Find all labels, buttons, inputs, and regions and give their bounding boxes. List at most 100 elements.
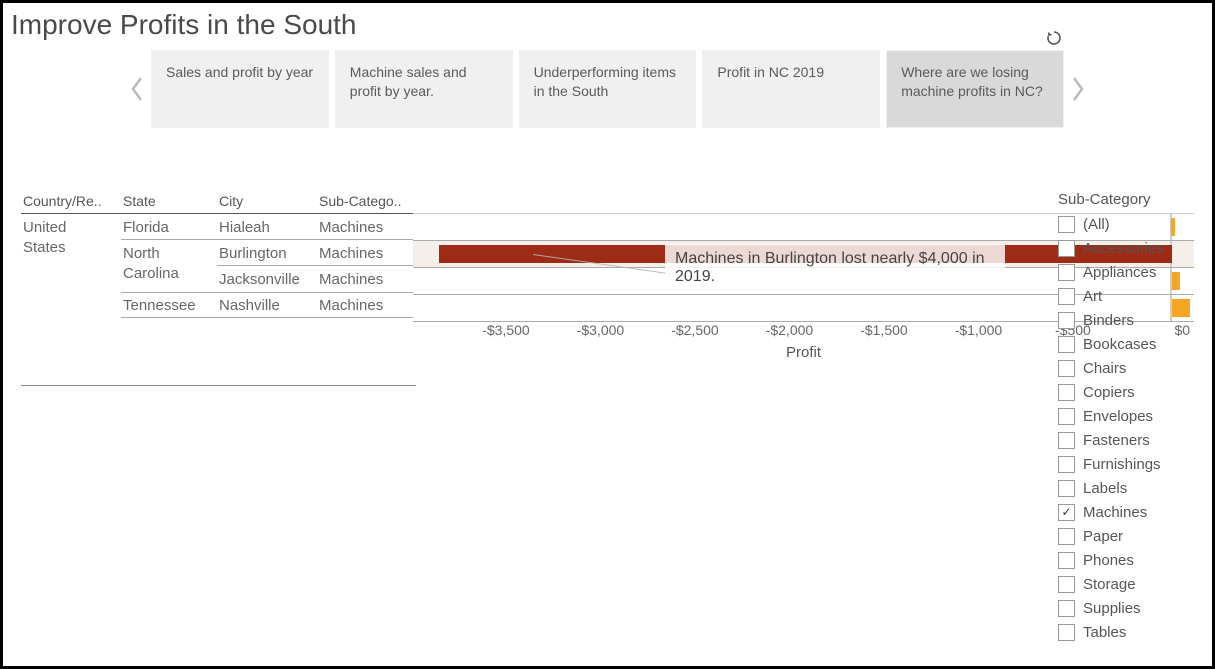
filter-item-label: (All) (1083, 216, 1110, 233)
story-tab-3[interactable]: Profit in NC 2019 (702, 50, 880, 128)
checkbox-icon[interactable] (1058, 504, 1075, 521)
checkbox-icon[interactable] (1058, 384, 1075, 401)
city-cell: Hialeah (217, 214, 317, 240)
col-state[interactable]: State (121, 191, 217, 214)
filter-item-appliances[interactable]: Appliances (1058, 260, 1198, 284)
filter-item-label: Copiers (1083, 384, 1135, 401)
col-city[interactable]: City (217, 191, 317, 214)
filter-item-label: Accessories (1083, 240, 1164, 257)
filter-item-phones[interactable]: Phones (1058, 548, 1198, 572)
filter-item-label: Phones (1083, 552, 1134, 569)
story-prev-button[interactable] (123, 49, 151, 129)
filter-item-tables[interactable]: Tables (1058, 620, 1198, 644)
story-tab-label: Where are we losing machine profits in N… (901, 63, 1049, 101)
filter-item-furnishings[interactable]: Furnishings (1058, 452, 1198, 476)
checkbox-icon[interactable] (1058, 480, 1075, 497)
story-tab-label: Profit in NC 2019 (717, 63, 824, 82)
filter-panel: Sub-Category (All) Accessories Appliances A… (1058, 191, 1198, 644)
city-cell: Nashville (217, 292, 317, 318)
country-value: UnitedStates (21, 214, 121, 318)
story-tab-label: Machine sales and profit by year. (350, 63, 498, 101)
filter-item-label: Envelopes (1083, 408, 1153, 425)
filter-item-labels[interactable]: Labels (1058, 476, 1198, 500)
subcat-cell: Machines (317, 292, 413, 318)
filter-item-bookcases[interactable]: Bookcases (1058, 332, 1198, 356)
checkbox-icon[interactable] (1058, 336, 1075, 353)
filter-item-machines[interactable]: Machines (1058, 500, 1198, 524)
replay-icon[interactable] (1045, 29, 1063, 47)
story-tab-4[interactable]: Where are we losing machine profits in N… (886, 50, 1064, 128)
state-column: Florida NorthCarolina Tennessee (121, 214, 217, 362)
filter-item-label: Fasteners (1083, 432, 1150, 449)
checkbox-icon[interactable] (1058, 624, 1075, 641)
filter-item-art[interactable]: Art (1058, 284, 1198, 308)
subcat-cell: Machines (317, 240, 413, 266)
story-nav: Sales and profit by year Machine sales a… (123, 49, 1092, 129)
filter-item-label: Paper (1083, 528, 1123, 545)
checkbox-icon[interactable] (1058, 456, 1075, 473)
subcat-cell: Machines (317, 214, 413, 240)
filter-item-label: Machines (1083, 504, 1147, 521)
checkbox-icon[interactable] (1058, 312, 1075, 329)
axis-tick: -$1,000 (955, 322, 1002, 338)
axis-tick: -$2,000 (766, 322, 813, 338)
story-tab-1[interactable]: Machine sales and profit by year. (335, 50, 513, 128)
filter-item-supplies[interactable]: Supplies (1058, 596, 1198, 620)
story-next-button[interactable] (1064, 49, 1092, 129)
checkbox-icon[interactable] (1058, 216, 1075, 233)
filter-item-label: Art (1083, 288, 1102, 305)
filter-item-chairs[interactable]: Chairs (1058, 356, 1198, 380)
checkbox-icon[interactable] (1058, 360, 1075, 377)
filter-item-accessories[interactable]: Accessories (1058, 236, 1198, 260)
state-cell: Tennessee (121, 292, 217, 318)
story-tab-label: Underperforming items in the South (534, 63, 682, 101)
filter-item-label: Supplies (1083, 600, 1141, 617)
filter-item-envelopes[interactable]: Envelopes (1058, 404, 1198, 428)
city-cell: Jacksonville (217, 266, 317, 292)
filter-item-label: Binders (1083, 312, 1134, 329)
filter-item-paper[interactable]: Paper (1058, 524, 1198, 548)
city-column: Hialeah Burlington Jacksonville Nashvill… (217, 214, 317, 362)
col-country[interactable]: Country/Re.. (21, 191, 121, 214)
filter-item-label: Storage (1083, 576, 1136, 593)
checkbox-icon[interactable] (1058, 264, 1075, 281)
filter-item-label: Furnishings (1083, 456, 1161, 473)
filter-item-copiers[interactable]: Copiers (1058, 380, 1198, 404)
checkbox-icon[interactable] (1058, 600, 1075, 617)
col-subcat[interactable]: Sub-Catego.. (317, 191, 413, 214)
state-cell: Florida (121, 214, 217, 240)
chevron-left-icon (130, 76, 144, 102)
filter-item-label: Appliances (1083, 264, 1156, 281)
filter-item--all-[interactable]: (All) (1058, 212, 1198, 236)
subcat-column: Machines Machines Machines Machines (317, 214, 413, 362)
column-headers: Country/Re.. State City Sub-Catego.. (21, 191, 1194, 214)
checkbox-icon[interactable] (1058, 408, 1075, 425)
story-tabs: Sales and profit by year Machine sales a… (151, 50, 1064, 128)
country-cell: UnitedStates (21, 214, 121, 362)
checkbox-icon[interactable] (1058, 240, 1075, 257)
checkbox-icon[interactable] (1058, 288, 1075, 305)
axis-tick: -$3,000 (577, 322, 624, 338)
filter-item-label: Bookcases (1083, 336, 1156, 353)
story-tab-2[interactable]: Underperforming items in the South (519, 50, 697, 128)
story-tab-label: Sales and profit by year (166, 63, 313, 82)
story-tab-0[interactable]: Sales and profit by year (151, 50, 329, 128)
filter-item-binders[interactable]: Binders (1058, 308, 1198, 332)
page-title: Improve Profits in the South (3, 3, 1212, 43)
checkbox-icon[interactable] (1058, 528, 1075, 545)
filter-item-label: Labels (1083, 480, 1127, 497)
filter-item-fasteners[interactable]: Fasteners (1058, 428, 1198, 452)
chevron-right-icon (1071, 76, 1085, 102)
filter-title: Sub-Category (1058, 191, 1198, 208)
filter-item-label: Chairs (1083, 360, 1126, 377)
filter-item-storage[interactable]: Storage (1058, 572, 1198, 596)
axis-tick: -$2,500 (671, 322, 718, 338)
city-cell: Burlington (217, 240, 317, 266)
checkbox-icon[interactable] (1058, 576, 1075, 593)
axis-tick: -$3,500 (482, 322, 529, 338)
footer-divider (21, 385, 416, 386)
checkbox-icon[interactable] (1058, 432, 1075, 449)
checkbox-icon[interactable] (1058, 552, 1075, 569)
subcat-cell: Machines (317, 266, 413, 292)
filter-item-label: Tables (1083, 624, 1126, 641)
